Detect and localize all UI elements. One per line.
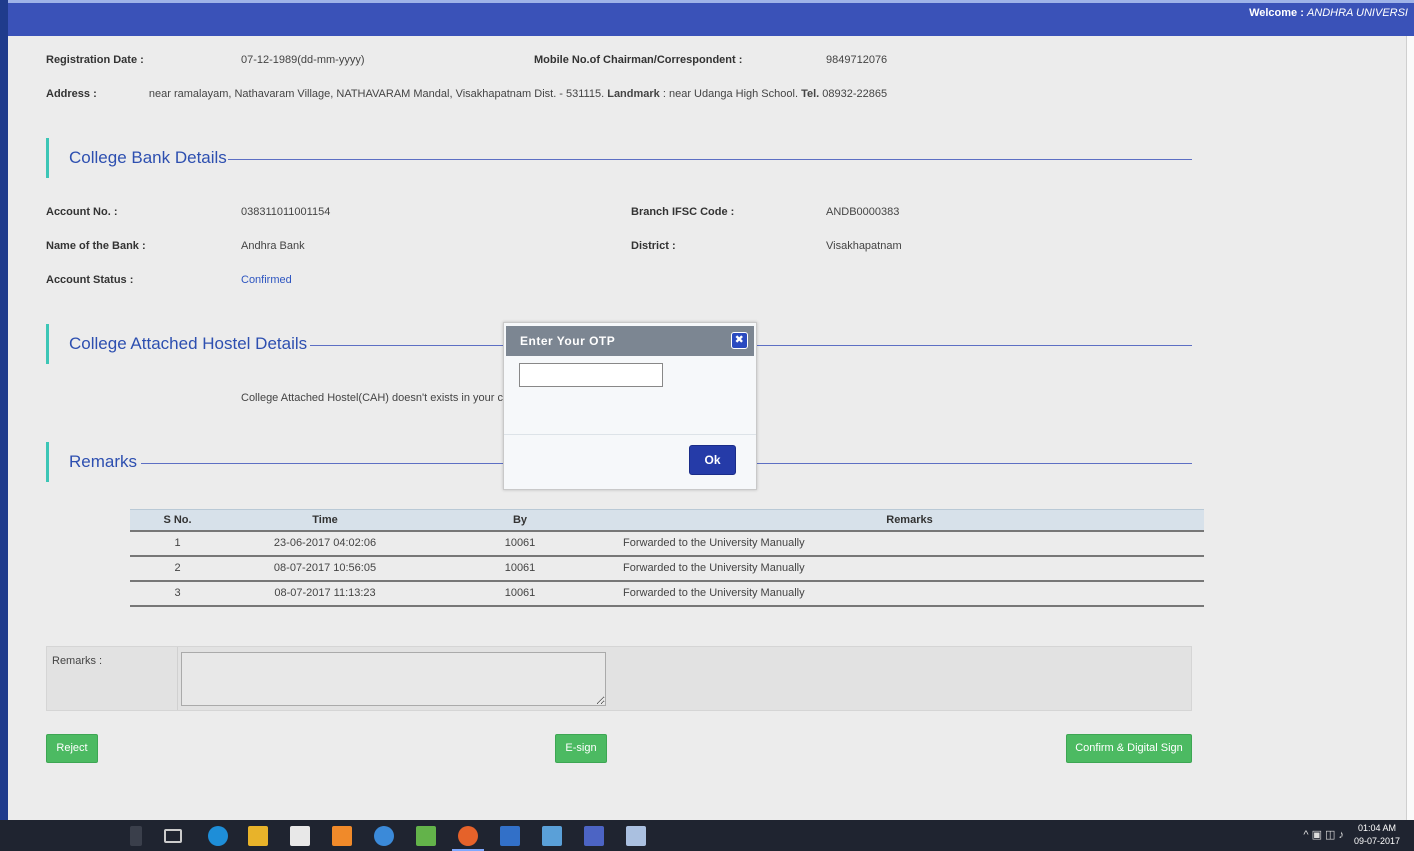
search-icon[interactable]	[130, 826, 142, 846]
confirm-digital-sign-button[interactable]: Confirm & Digital Sign	[1066, 734, 1192, 763]
welcome-user-name: ANDHRA UNIVERSI	[1306, 7, 1408, 19]
account-status-label: Account Status :	[46, 274, 134, 286]
internet-explorer-icon[interactable]	[374, 826, 394, 846]
mobile-label: Mobile No.of Chairman/Correspondent :	[534, 54, 743, 66]
remarks-form: Remarks :	[46, 646, 1192, 711]
cell-by: 10061	[425, 530, 615, 557]
hostel-section-title: College Attached Hostel Details	[46, 324, 307, 364]
remarks-input-label: Remarks :	[52, 655, 103, 667]
account-status-value: Confirmed	[241, 274, 292, 286]
cell-by: 10061	[425, 555, 615, 582]
task-view-icon[interactable]	[164, 829, 182, 843]
link-app-icon[interactable]	[584, 826, 604, 846]
district-value: Visakhapatnam	[826, 240, 902, 252]
esign-button[interactable]: E-sign	[555, 734, 607, 763]
otp-dialog: Enter Your OTP ✖ Ok	[503, 322, 757, 490]
address-label: Address :	[46, 88, 97, 100]
address-line: Address : near ramalayam, Nathavaram Vil…	[46, 88, 887, 100]
bank-section-title: College Bank Details	[46, 138, 227, 178]
district-label: District :	[631, 240, 676, 252]
store-icon[interactable]	[290, 826, 310, 846]
column-header-by: By	[425, 509, 615, 532]
cell-remarks: Forwarded to the University Manually	[615, 530, 1204, 557]
calculator-icon[interactable]	[500, 826, 520, 846]
bank-name-label: Name of the Bank :	[46, 240, 146, 252]
remarks-section-title: Remarks	[46, 442, 137, 482]
ok-button[interactable]: Ok	[689, 445, 736, 475]
cell-by: 10061	[425, 580, 615, 607]
otp-dialog-header: Enter Your OTP ✖	[506, 326, 754, 356]
cell-time: 08-07-2017 10:56:05	[225, 555, 425, 582]
ifsc-label: Branch IFSC Code :	[631, 206, 735, 218]
cell-time: 23-06-2017 04:02:06	[225, 530, 425, 557]
cell-sno: 2	[130, 555, 225, 582]
top-bar: Welcome : ANDHRA UNIVERSI	[8, 0, 1414, 36]
bank-name-value: Andhra Bank	[241, 240, 305, 252]
notepad-icon[interactable]	[416, 826, 436, 846]
cell-remarks: Forwarded to the University Manually	[615, 555, 1204, 582]
reject-button[interactable]: Reject	[46, 734, 98, 763]
table-header-row: S No. Time By Remarks	[130, 509, 1204, 532]
file-explorer-icon[interactable]	[248, 826, 268, 846]
registration-date-value: 07-12-1989(dd-mm-yyyy)	[241, 54, 365, 66]
network-app-icon[interactable]	[626, 826, 646, 846]
ifsc-value: ANDB0000383	[826, 206, 900, 218]
bank-section-rule	[228, 159, 1192, 160]
edge-browser-icon[interactable]	[208, 826, 228, 846]
column-header-remarks: Remarks	[615, 509, 1204, 532]
cell-time: 08-07-2017 11:13:23	[225, 580, 425, 607]
landmark-value: : near Udanga High School.	[662, 88, 799, 100]
tel-label: Tel.	[801, 88, 820, 100]
clock-date: 09-07-2017	[1353, 836, 1400, 846]
otp-dialog-title: Enter Your OTP	[520, 334, 616, 348]
otp-input[interactable]	[519, 363, 663, 387]
firefox-icon[interactable]	[458, 826, 478, 846]
cell-remarks: Forwarded to the University Manually	[615, 580, 1204, 607]
taskbar-clock[interactable]: 01:04 AM 09-07-2017	[1354, 822, 1400, 848]
table-row: 2 08-07-2017 10:56:05 10061 Forwarded to…	[130, 555, 1204, 582]
remarks-textarea[interactable]	[181, 652, 606, 706]
address-value: near ramalayam, Nathavaram Village, NATH…	[148, 88, 605, 100]
close-icon[interactable]: ✖	[731, 332, 748, 349]
system-tray-icons[interactable]: ^ ▣ ◫ ♪	[1303, 828, 1344, 841]
column-header-sno: S No.	[130, 509, 225, 532]
mobile-value: 9849712076	[826, 54, 888, 66]
otp-dialog-divider	[504, 434, 756, 435]
column-header-time: Time	[225, 509, 425, 532]
table-row: 3 08-07-2017 11:13:23 10061 Forwarded to…	[130, 580, 1204, 607]
registration-date-label: Registration Date :	[46, 54, 144, 66]
landmark-label: Landmark	[607, 88, 660, 100]
cell-sno: 3	[130, 580, 225, 607]
tel-value: 08932-22865	[822, 88, 888, 100]
windows-taskbar: ^ ▣ ◫ ♪ 01:04 AM 09-07-2017	[0, 820, 1414, 851]
hostel-message: College Attached Hostel(CAH) doesn't exi…	[241, 392, 512, 404]
remarks-history-table: S No. Time By Remarks 1 23-06-2017 04:02…	[130, 509, 1204, 607]
welcome-label: Welcome :	[1249, 7, 1304, 19]
welcome-text: Welcome : ANDHRA UNIVERSI	[1249, 7, 1408, 19]
account-no-label: Account No. :	[46, 206, 118, 218]
paint-icon[interactable]	[542, 826, 562, 846]
account-no-value: 038311011001154	[241, 206, 331, 218]
cell-sno: 1	[130, 530, 225, 557]
right-page-edge	[1406, 36, 1414, 820]
clock-time: 01:04 AM	[1357, 823, 1396, 833]
photo-app-icon[interactable]	[332, 826, 352, 846]
table-row: 1 23-06-2017 04:02:06 10061 Forwarded to…	[130, 530, 1204, 557]
remarks-form-divider	[177, 647, 178, 710]
